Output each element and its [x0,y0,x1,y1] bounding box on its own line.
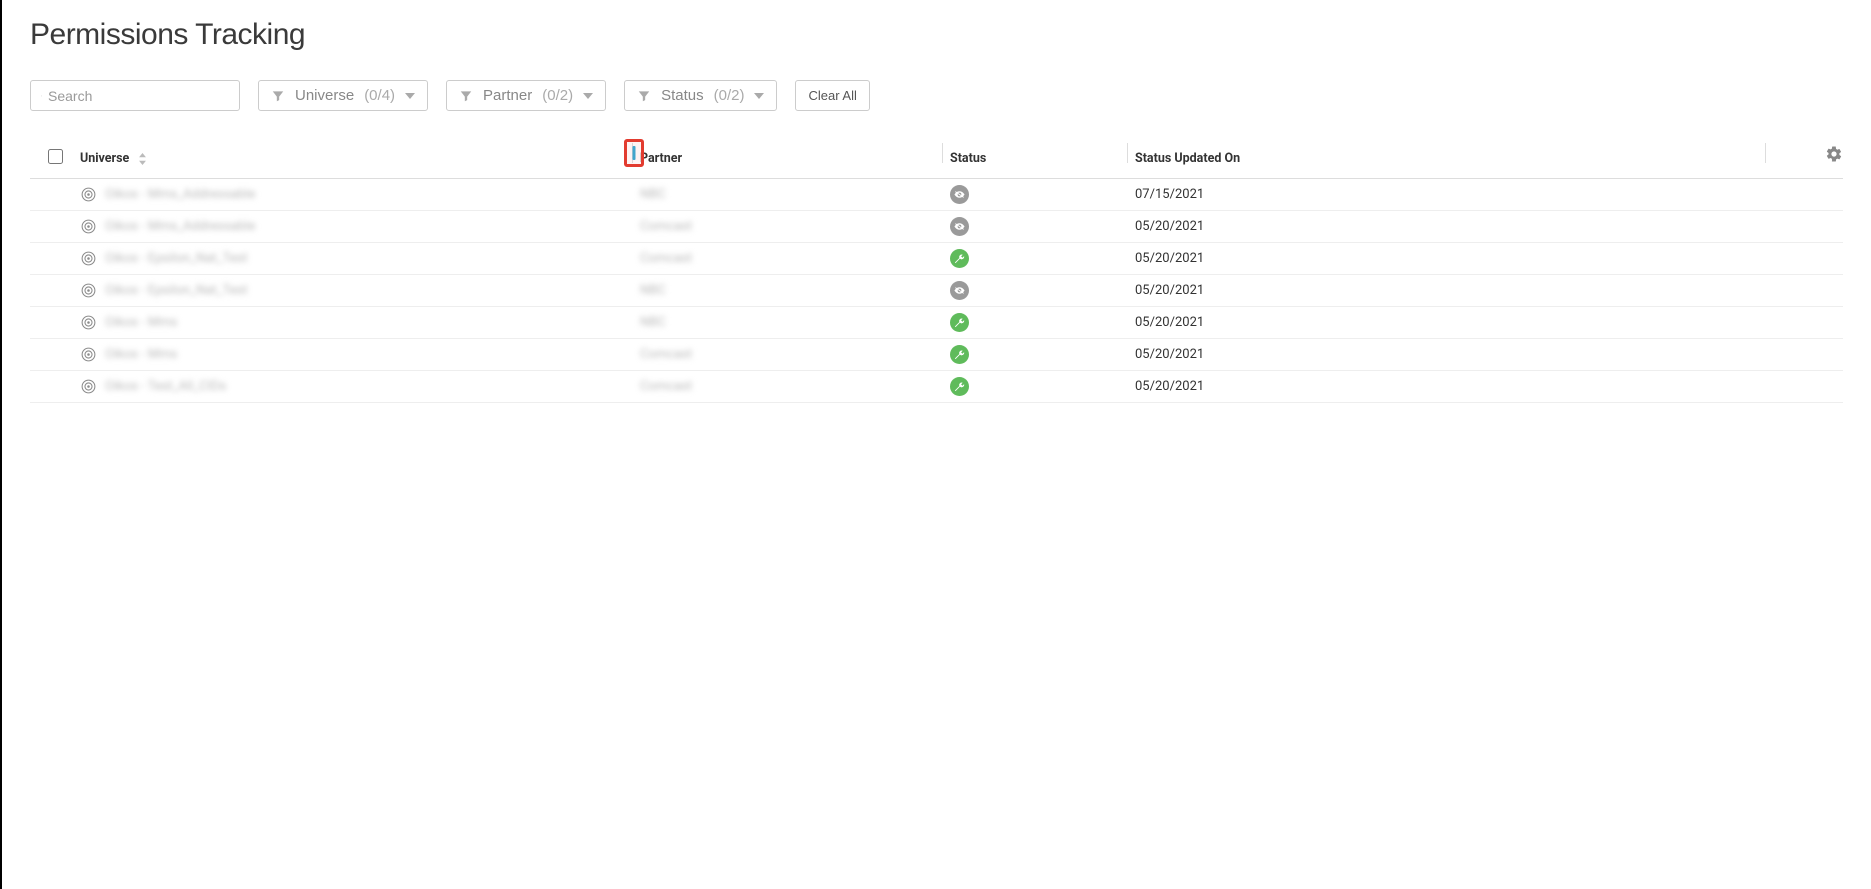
partner-name: Comcast [640,379,692,394]
search-input[interactable] [48,88,229,104]
column-header-status[interactable]: Status [950,141,1135,179]
column-resize-highlight[interactable] [624,139,644,167]
target-icon [80,314,97,331]
table-row[interactable]: Oikos - Mms Comcast 05/20/2021 [30,339,1843,371]
target-icon [80,282,97,299]
table-row[interactable]: Oikos - Mms NBC 05/20/2021 [30,307,1843,339]
table-row[interactable]: Oikos - Epsilon_Nat_Test Comcast 05/20/202… [30,243,1843,275]
status-updated-date: 05/20/2021 [1135,339,1773,371]
partner-name: Comcast [640,251,692,266]
status-updated-date: 07/15/2021 [1135,179,1773,211]
universe-name: Oikos - Mms_Addressable [105,187,255,202]
select-all-checkbox[interactable] [48,149,63,164]
table-row[interactable]: Oikos - Mms_Addressable Comcast 05/20/2021 [30,211,1843,243]
permissions-table: Universe Partner Status Status Up [30,141,1843,403]
caret-down-icon [583,91,593,101]
filter-status-label: Status [661,87,704,104]
column-header-universe-label: Universe [80,151,129,166]
universe-name: Oikos - Epsilon_Nat_Test [105,251,248,266]
target-icon [80,346,97,363]
status-updated-date: 05/20/2021 [1135,307,1773,339]
filter-status[interactable]: Status (0/2) [624,80,777,111]
search-box[interactable] [30,80,240,111]
page-title: Permissions Tracking [30,18,1843,52]
status-available-icon [950,345,969,364]
status-unavailable-icon [950,281,969,300]
search-icon [41,89,42,103]
column-header-universe[interactable]: Universe [80,141,640,179]
column-header-updated-label: Status Updated On [1135,151,1240,166]
column-header-partner-label: Partner [640,151,682,166]
filter-partner[interactable]: Partner (0/2) [446,80,606,111]
universe-name: Oikos - Mms_Addressable [105,219,255,234]
funnel-icon [637,89,651,103]
sort-icon [138,153,147,165]
funnel-icon [459,89,473,103]
filter-status-count: (0/2) [714,87,745,104]
filter-universe[interactable]: Universe (0/4) [258,80,428,111]
column-header-partner[interactable]: Partner [640,141,950,179]
universe-name: Oikos - Epsilon_Nat_Test [105,283,248,298]
column-header-status-label: Status [950,151,986,166]
filter-partner-count: (0/2) [542,87,573,104]
partner-name: Comcast [640,219,692,234]
status-updated-date: 05/20/2021 [1135,211,1773,243]
status-available-icon [950,377,969,396]
target-icon [80,378,97,395]
caret-down-icon [754,91,764,101]
status-unavailable-icon [950,185,969,204]
universe-name: Oikos - Mms [105,347,177,362]
caret-down-icon [405,91,415,101]
clear-all-button[interactable]: Clear All [795,80,869,111]
table-row[interactable]: Oikos - Test_All_CIDs Comcast 05/20/2021 [30,371,1843,403]
status-available-icon [950,249,969,268]
target-icon [80,250,97,267]
partner-name: NBC [640,283,666,298]
filter-partner-label: Partner [483,87,532,104]
target-icon [80,186,97,203]
partner-name: NBC [640,187,666,202]
status-updated-date: 05/20/2021 [1135,371,1773,403]
universe-name: Oikos - Mms [105,315,177,330]
status-unavailable-icon [950,217,969,236]
table-row[interactable]: Oikos - Epsilon_Nat_Test NBC 05/20/2021 [30,275,1843,307]
toolbar: Universe (0/4) Partner (0/2) Status (0/2… [30,80,1843,111]
universe-name: Oikos - Test_All_CIDs [105,379,226,394]
table-row[interactable]: Oikos - Mms_Addressable NBC 07/15/2021 [30,179,1843,211]
status-updated-date: 05/20/2021 [1135,275,1773,307]
partner-name: Comcast [640,347,692,362]
filter-universe-count: (0/4) [364,87,395,104]
status-updated-date: 05/20/2021 [1135,243,1773,275]
status-available-icon [950,313,969,332]
partner-name: NBC [640,315,666,330]
target-icon [80,218,97,235]
filter-universe-label: Universe [295,87,354,104]
funnel-icon [271,89,285,103]
column-header-updated[interactable]: Status Updated On [1135,141,1773,179]
